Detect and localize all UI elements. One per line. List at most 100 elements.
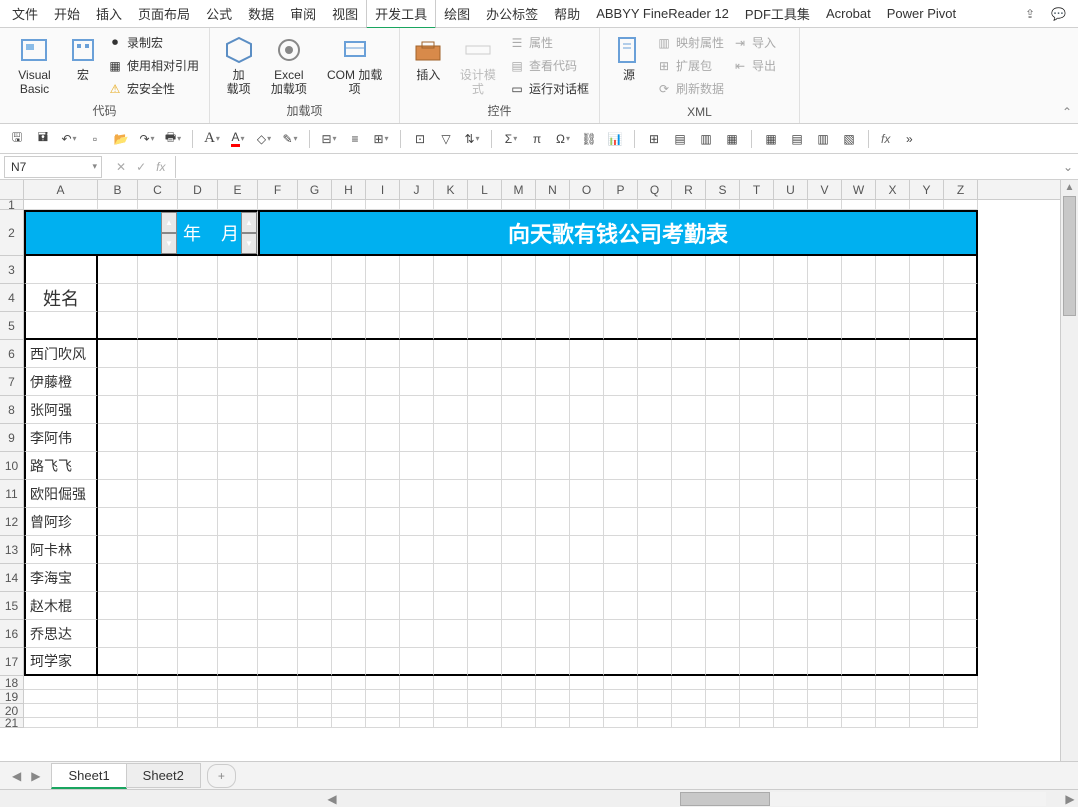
name-cell[interactable]: 张阿强	[24, 396, 98, 424]
cell[interactable]	[138, 690, 178, 704]
tool4-icon[interactable]: ▦	[721, 128, 743, 150]
cell[interactable]	[774, 718, 808, 728]
tool2-icon[interactable]: ▤	[669, 128, 691, 150]
cell[interactable]	[138, 536, 178, 564]
cell[interactable]	[366, 704, 400, 718]
cell[interactable]	[876, 340, 910, 368]
cell[interactable]	[178, 718, 218, 728]
cell[interactable]	[400, 424, 434, 452]
cell[interactable]	[536, 340, 570, 368]
cell[interactable]	[944, 424, 978, 452]
cell[interactable]	[138, 676, 178, 690]
cell[interactable]	[808, 340, 842, 368]
grid3-icon[interactable]: ▥	[812, 128, 834, 150]
menu-officetab[interactable]: 办公标签	[478, 0, 546, 27]
cell[interactable]	[604, 704, 638, 718]
cell[interactable]	[434, 284, 468, 312]
cell[interactable]	[774, 368, 808, 396]
cell[interactable]	[258, 452, 298, 480]
cell[interactable]	[740, 564, 774, 592]
xml-source-button[interactable]: 源	[606, 30, 652, 86]
cell[interactable]	[706, 676, 740, 690]
cell[interactable]	[400, 704, 434, 718]
cell[interactable]	[98, 718, 138, 728]
cell[interactable]	[468, 564, 502, 592]
cell[interactable]	[98, 424, 138, 452]
cell[interactable]	[24, 676, 98, 690]
cell[interactable]	[400, 718, 434, 728]
chain-icon[interactable]: ⛓	[578, 128, 600, 150]
row-header-16[interactable]: 16	[0, 620, 24, 648]
tab-nav-first-icon[interactable]: ◀	[8, 767, 25, 785]
menu-help[interactable]: 帮助	[546, 0, 588, 27]
cell[interactable]	[910, 256, 944, 284]
cell[interactable]	[98, 690, 138, 704]
cell[interactable]	[774, 452, 808, 480]
cell[interactable]	[218, 564, 258, 592]
cell[interactable]	[706, 648, 740, 676]
cell[interactable]	[434, 536, 468, 564]
cell[interactable]	[570, 480, 604, 508]
add-sheet-button[interactable]: +	[207, 764, 236, 788]
cell[interactable]	[366, 508, 400, 536]
tab-sheet2[interactable]: Sheet2	[126, 763, 201, 788]
cell[interactable]	[672, 718, 706, 728]
cell[interactable]	[672, 256, 706, 284]
cell[interactable]	[366, 480, 400, 508]
cell[interactable]	[434, 592, 468, 620]
cell[interactable]	[910, 704, 944, 718]
cell[interactable]	[24, 690, 98, 704]
cell[interactable]	[298, 508, 332, 536]
excel-addins-button[interactable]: Excel 加载项	[261, 30, 316, 100]
cell[interactable]	[258, 620, 298, 648]
cell[interactable]	[178, 648, 218, 676]
cell[interactable]	[774, 312, 808, 340]
com-addins-button[interactable]: COM 加载项	[316, 30, 393, 100]
sort-icon[interactable]: ⇅	[461, 128, 483, 150]
cell[interactable]	[672, 284, 706, 312]
cell[interactable]	[366, 312, 400, 340]
redo-icon[interactable]: ↷	[136, 128, 158, 150]
cell[interactable]	[468, 480, 502, 508]
chart-icon[interactable]: 📊	[604, 128, 626, 150]
cell[interactable]	[774, 508, 808, 536]
name-cell[interactable]: 欧阳倔强	[24, 480, 98, 508]
cell[interactable]	[740, 340, 774, 368]
month-down-icon[interactable]: ▼	[241, 233, 257, 254]
cell[interactable]	[944, 536, 978, 564]
cell[interactable]	[638, 452, 672, 480]
cell[interactable]	[218, 256, 258, 284]
cell[interactable]	[910, 424, 944, 452]
formula-input[interactable]	[176, 156, 1058, 178]
name-cell[interactable]: 李海宝	[24, 564, 98, 592]
cell[interactable]	[502, 284, 536, 312]
grid4-icon[interactable]: ▧	[838, 128, 860, 150]
cell[interactable]	[502, 340, 536, 368]
cell[interactable]	[98, 312, 138, 340]
col-header-Q[interactable]: Q	[638, 180, 672, 199]
cell[interactable]	[468, 536, 502, 564]
cell[interactable]	[706, 312, 740, 340]
cell[interactable]	[570, 676, 604, 690]
cell[interactable]	[138, 592, 178, 620]
macro-security-button[interactable]: ⚠宏安全性	[103, 78, 203, 99]
cell[interactable]	[502, 452, 536, 480]
cell[interactable]	[434, 676, 468, 690]
new-icon[interactable]: ▫	[84, 128, 106, 150]
cell[interactable]	[876, 718, 910, 728]
menu-data[interactable]: 数据	[240, 0, 282, 27]
cell[interactable]	[876, 200, 910, 210]
cell[interactable]	[434, 452, 468, 480]
scroll-left-icon[interactable]: ◀	[324, 792, 340, 806]
cell[interactable]	[570, 312, 604, 340]
cell[interactable]	[502, 676, 536, 690]
col-header-F[interactable]: F	[258, 180, 298, 199]
cell[interactable]	[638, 284, 672, 312]
cell[interactable]	[298, 368, 332, 396]
cell[interactable]	[672, 508, 706, 536]
cell[interactable]	[638, 368, 672, 396]
cell[interactable]	[138, 718, 178, 728]
run-dialog-button[interactable]: ▭运行对话框	[505, 78, 593, 99]
cell[interactable]	[468, 368, 502, 396]
cell[interactable]	[138, 704, 178, 718]
